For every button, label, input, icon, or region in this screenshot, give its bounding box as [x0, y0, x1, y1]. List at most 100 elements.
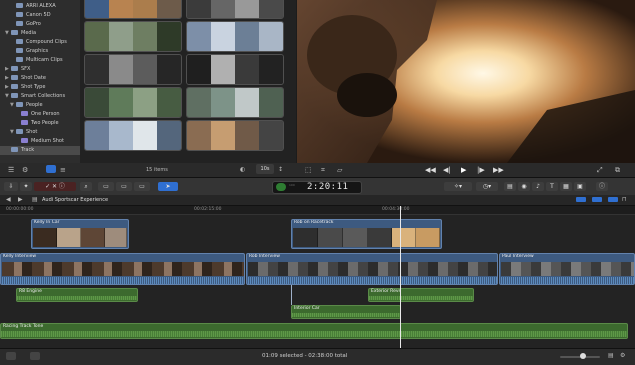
generators-button[interactable]: ▦ — [560, 182, 572, 191]
inspector-button[interactable]: ⓘ — [596, 182, 608, 191]
browser-clip-thumbnail[interactable] — [186, 54, 284, 85]
primary-clip-rob-interview[interactable]: Rob Interview — [246, 253, 498, 285]
browser-clip-thumbnail[interactable] — [186, 120, 284, 151]
event-icon — [11, 147, 18, 152]
distort-icon[interactable]: ▱ — [337, 166, 342, 174]
connected-clip-kelly-in-car[interactable]: Kelly In Car — [31, 219, 129, 249]
browser-clip-thumbnail[interactable] — [186, 87, 284, 118]
connected-clip-rob-on-racetrack[interactable]: Rob on Racetrack — [291, 219, 442, 249]
primary-clip-kelly-interview[interactable]: Kelly Interview — [0, 253, 245, 285]
filmstrip-frame — [133, 121, 157, 150]
library-item[interactable]: ▼ Smart Collections — [0, 92, 65, 101]
browser-clip-thumbnail[interactable] — [186, 21, 284, 52]
search-button[interactable]: ⌕ — [80, 182, 92, 191]
audio-clip-racing-track-tone[interactable]: Racing Track Tone — [0, 323, 628, 339]
library-item[interactable]: Medium Shot — [0, 137, 64, 146]
library-sidebar: ARRI ALEXA Canon 5D GoPro ▼ Media Compound Cl… — [0, 0, 80, 163]
viewer-controls: ⬚ ⌗ ▱ ◀◀ ◀| ▶ |▶ ▶▶ ⤢ ⧉ — [297, 163, 635, 177]
zoom-icon[interactable]: ↕ — [278, 166, 283, 173]
titles-button[interactable]: T — [546, 182, 558, 191]
forward-arrow-icon[interactable]: ▶ — [18, 196, 23, 203]
filmstrip-frame — [211, 55, 235, 84]
clip-label: Rob Interview — [249, 254, 280, 259]
play-icon[interactable]: ▶ — [461, 166, 466, 174]
effects-button[interactable]: ✦ — [20, 182, 32, 191]
library-item[interactable]: ARRI ALEXA — [0, 2, 56, 11]
library-item[interactable]: ▶ SFX — [0, 65, 30, 74]
browser-clip-thumbnail[interactable] — [84, 120, 182, 151]
settings-gear-icon[interactable]: ⚙ — [22, 166, 28, 174]
library-item[interactable]: Graphics — [0, 47, 48, 56]
library-item[interactable]: ▼ Shot — [0, 128, 37, 137]
crop-icon[interactable]: ⌗ — [321, 166, 325, 175]
filmstrip-frame — [133, 22, 157, 51]
skip-forward-icon[interactable]: ▶▶ — [493, 166, 504, 174]
append-edit-button[interactable]: ▭ — [134, 182, 150, 191]
library-item[interactable]: ▼ People — [0, 101, 43, 110]
library-item[interactable]: Canon 5D — [0, 11, 51, 20]
transform-icon[interactable]: ⬚ — [305, 166, 312, 174]
library-item[interactable]: ▶ Shot Type — [0, 83, 45, 92]
camera-icon: ◉ — [521, 183, 527, 190]
media-browser-button[interactable]: ▤ — [504, 182, 516, 191]
primary-clip-paul-interview[interactable]: Paul Interview — [499, 253, 635, 285]
filmstrip-frame — [187, 55, 211, 84]
filmstrip-view-button[interactable] — [46, 165, 56, 173]
dashboard-timecode[interactable]: 100 2:20:11 — [272, 181, 362, 194]
library-item[interactable]: ▶ Shot Date — [0, 74, 46, 83]
connect-edit-button[interactable]: ▭ — [98, 182, 114, 191]
insert-edit-button[interactable]: ▭ — [116, 182, 132, 191]
browser-clip-thumbnail[interactable] — [84, 21, 182, 52]
clip-skimming-toggle[interactable] — [576, 197, 586, 202]
snapping-icon[interactable]: ⊓ — [622, 196, 627, 203]
audio-clip-r8-engine[interactable]: R8 Engine — [16, 288, 138, 302]
themes-button[interactable]: ▣ — [574, 182, 586, 191]
library-item[interactable]: Compound Clips — [0, 38, 67, 47]
keyword-rating-buttons[interactable]: ✓ ✕ ⓘ — [34, 182, 76, 191]
library-item-label: Shot — [26, 129, 38, 135]
step-forward-icon[interactable]: |▶ — [477, 166, 485, 174]
playhead[interactable] — [400, 206, 401, 348]
browser-clip-thumbnail[interactable] — [84, 87, 182, 118]
solo-toggle[interactable] — [608, 197, 618, 202]
library-toggle-icon[interactable]: ☰ — [8, 166, 14, 174]
import-button[interactable]: ⇩ — [4, 182, 18, 191]
audio-clip-interior-car[interactable]: Interior Car — [291, 305, 401, 319]
browser-clip-thumbnail[interactable] — [186, 0, 284, 19]
audio-skimming-toggle[interactable] — [592, 197, 602, 202]
back-arrow-icon[interactable]: ◀ — [6, 196, 11, 203]
library-item[interactable]: Multicam Clips — [0, 56, 63, 65]
filmstrip-frame — [235, 22, 259, 51]
audio-meters-button[interactable] — [30, 352, 40, 360]
timeline-ruler[interactable]: 00:00:00:00 00:02:15:00 00:04:30:00 — [0, 206, 635, 215]
timeline-index-button[interactable] — [6, 352, 16, 360]
library-item[interactable]: ▼ Media — [0, 29, 36, 38]
clip-appearance-icon[interactable]: ▤ — [608, 352, 614, 359]
zoom-slider-thumb[interactable] — [580, 353, 586, 359]
dual-display-icon[interactable]: ⧉ — [615, 166, 620, 175]
list-view-icon[interactable]: ≡ — [60, 166, 66, 174]
fullscreen-icon[interactable]: ⤢ — [597, 166, 603, 175]
library-item[interactable]: One Person — [0, 110, 60, 119]
library-item[interactable]: GoPro — [0, 20, 41, 29]
timeline[interactable]: 00:00:00:00 00:02:15:00 00:04:30:00 Kell… — [0, 206, 635, 348]
music-button[interactable]: ♪ — [532, 182, 544, 191]
duration-selector[interactable]: 10s — [256, 164, 274, 174]
library-item[interactable]: Two People — [0, 119, 59, 128]
filmstrip-frame — [259, 22, 283, 51]
skip-back-icon[interactable]: ◀◀ — [425, 166, 436, 174]
browser-clip-thumbnail[interactable] — [84, 54, 182, 85]
timeline-settings-icon[interactable]: ⚙ — [620, 352, 625, 359]
filmstrip-frame — [235, 0, 259, 18]
connect-icon: ▭ — [103, 183, 109, 190]
browser-clip-thumbnail[interactable] — [84, 0, 182, 19]
library-item[interactable]: Track — [0, 146, 80, 155]
photos-button[interactable]: ◉ — [518, 182, 530, 191]
retime-button[interactable]: ◷▾ — [476, 182, 498, 191]
step-back-icon[interactable]: ◀| — [443, 166, 451, 174]
enhancements-button[interactable]: ✧▾ — [444, 182, 472, 191]
audio-clip-exterior-revs[interactable]: Exterior Revs — [368, 288, 474, 302]
select-tool-button[interactable]: ➤ — [158, 182, 178, 191]
clip-appearance-icon[interactable]: ◐ — [240, 166, 245, 173]
background-tasks-icon[interactable] — [276, 183, 286, 191]
